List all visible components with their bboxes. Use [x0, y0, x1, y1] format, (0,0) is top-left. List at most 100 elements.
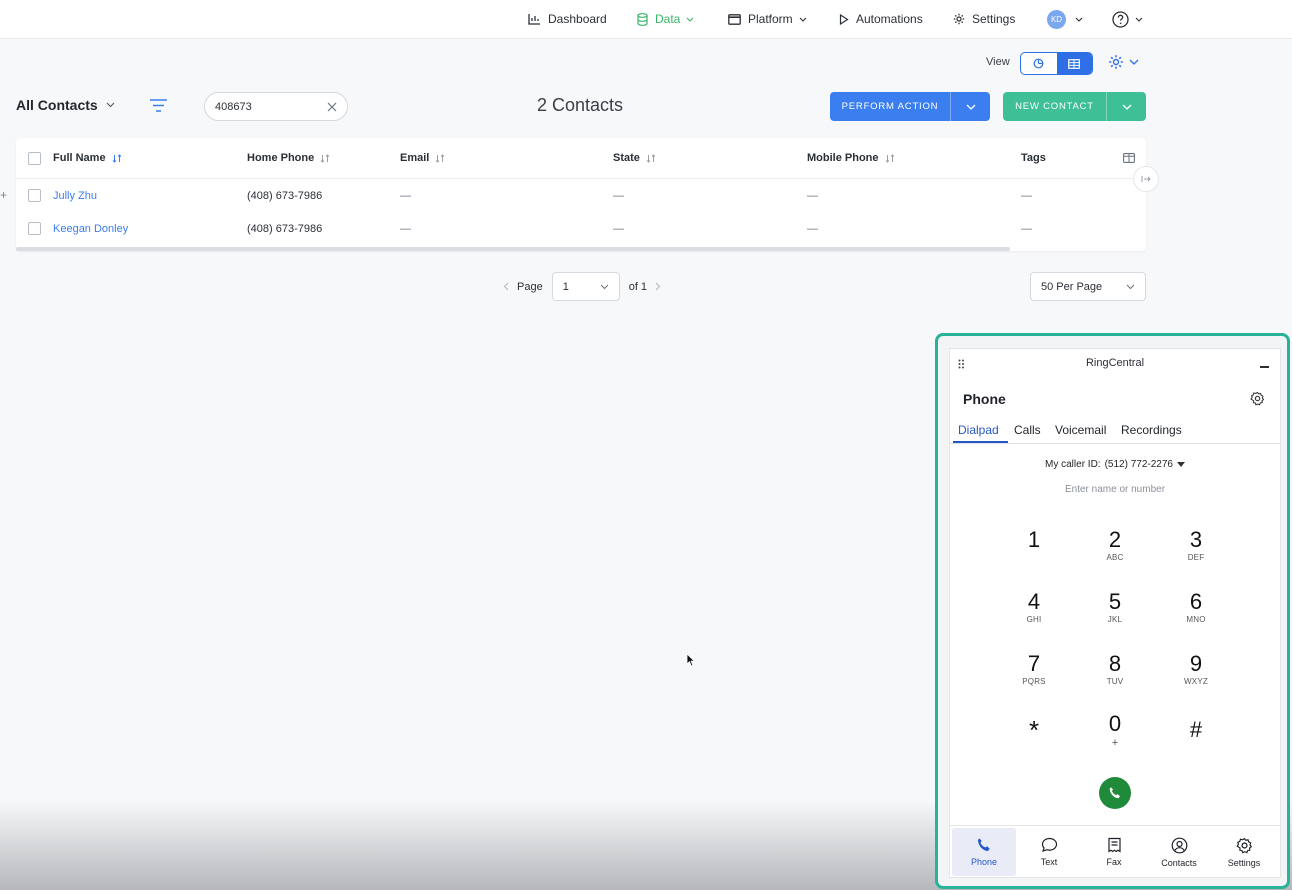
dial-key-1[interactable]: 1 — [1004, 527, 1064, 577]
dial-key-7[interactable]: 7 PQRS — [1004, 651, 1064, 701]
add-row-icon[interactable]: + — [0, 188, 7, 202]
bottom-nav-contacts[interactable]: Contacts — [1147, 828, 1211, 876]
dial-key-number: 2 — [1108, 527, 1122, 552]
page-select-value: 1 — [562, 280, 569, 293]
row-checkbox[interactable] — [28, 189, 41, 202]
help-icon — [1112, 10, 1129, 28]
nav-platform[interactable]: Platform — [728, 0, 807, 38]
column-header-email[interactable]: Email — [400, 138, 445, 178]
view-settings-menu[interactable] — [1108, 54, 1139, 70]
nav-data[interactable]: Data — [637, 0, 694, 38]
minimize-button[interactable] — [1260, 366, 1269, 368]
dial-key-5[interactable]: 5 JKL — [1085, 589, 1145, 639]
prev-page-button[interactable] — [503, 282, 509, 291]
new-contact-button[interactable]: NEW CONTACT — [1003, 92, 1106, 121]
tab-voicemail[interactable]: Voicemail — [1055, 423, 1106, 437]
perform-action-dropdown[interactable] — [950, 92, 990, 121]
chevron-down-icon — [1122, 104, 1131, 110]
state-cell: — — [613, 189, 624, 202]
bottom-nav-text[interactable]: Text — [1017, 828, 1081, 876]
chevron-down-icon — [1126, 284, 1135, 289]
column-header-label: State — [613, 152, 640, 164]
column-header-full-name[interactable]: Full Name — [53, 138, 122, 178]
bottom-nav-label: Settings — [1227, 857, 1261, 868]
tab-dialpad[interactable]: Dialpad — [958, 423, 999, 437]
contact-name-link[interactable]: Keegan Donley — [53, 212, 128, 245]
dial-key-letters: ABC — [1106, 553, 1124, 562]
window-icon — [728, 13, 741, 25]
tab-calls[interactable]: Calls — [1014, 423, 1041, 437]
horizontal-scrollbar[interactable] — [16, 247, 1010, 251]
chat-bubble-icon — [1041, 837, 1057, 852]
new-contact-button-group: NEW CONTACT — [1003, 92, 1146, 121]
column-header-home-phone[interactable]: Home Phone — [247, 138, 330, 178]
select-all-checkbox[interactable] — [28, 152, 41, 165]
dial-key-letters: WXYZ — [1184, 677, 1208, 686]
caller-id-selector[interactable]: My caller ID: (512) 772-2276 — [950, 459, 1280, 470]
dial-key-0[interactable]: 0 + — [1085, 711, 1145, 761]
nav-dashboard[interactable]: Dashboard — [528, 0, 607, 38]
search-input[interactable] — [215, 100, 315, 113]
column-header-mobile-phone[interactable]: Mobile Phone — [807, 138, 895, 178]
expand-table-button[interactable] — [1133, 166, 1159, 192]
dial-key-2[interactable]: 2 ABC — [1085, 527, 1145, 577]
filter-icon — [149, 98, 168, 113]
chart-icon — [528, 13, 541, 25]
tab-recordings[interactable]: Recordings — [1121, 423, 1182, 437]
phone-heading: Phone — [963, 391, 1006, 407]
column-settings-button[interactable] — [1123, 138, 1135, 178]
mobile-phone-cell: — — [807, 189, 818, 202]
phone-icon — [1109, 787, 1120, 799]
column-header-label: Mobile Phone — [807, 152, 879, 164]
caller-id-value: (512) 772-2276 — [1104, 459, 1173, 470]
dial-key-star[interactable]: * — [1004, 717, 1064, 767]
contact-name-link[interactable]: Jully Zhu — [53, 179, 97, 212]
header-divider — [16, 178, 1146, 179]
perform-action-button[interactable]: PERFORM ACTION — [830, 92, 950, 121]
dial-key-number: 9 — [1189, 651, 1203, 676]
caret-down-icon — [1176, 462, 1185, 467]
dial-key-hash[interactable]: # — [1166, 717, 1226, 767]
user-menu[interactable]: KD — [1047, 0, 1083, 38]
state-cell: — — [613, 222, 624, 235]
page-select[interactable]: 1 — [551, 272, 620, 301]
nav-automations[interactable]: Automations — [839, 0, 923, 38]
dial-input[interactable] — [990, 484, 1240, 495]
help-menu[interactable] — [1112, 0, 1143, 38]
bottom-nav-phone[interactable]: Phone — [952, 828, 1016, 876]
contact-list-selector[interactable]: All Contacts — [16, 97, 115, 113]
search-box — [204, 92, 348, 121]
close-icon — [327, 102, 337, 111]
bottom-nav-fax[interactable]: Fax — [1082, 828, 1146, 876]
column-header-state[interactable]: State — [613, 138, 656, 178]
nav-settings-label: Settings — [972, 12, 1016, 26]
dial-key-9[interactable]: 9 WXYZ — [1166, 651, 1226, 701]
chevron-down-icon — [1129, 59, 1139, 65]
gear-icon — [1108, 54, 1124, 70]
dial-key-4[interactable]: 4 GHI — [1004, 589, 1064, 639]
contact-icon — [1171, 837, 1187, 853]
dial-key-letters: GHI — [1026, 615, 1042, 624]
new-contact-dropdown[interactable] — [1106, 92, 1146, 121]
view-table-button[interactable] — [1056, 53, 1092, 74]
database-icon — [637, 12, 648, 26]
gear-icon — [1235, 837, 1252, 853]
view-chart-button[interactable] — [1021, 53, 1057, 74]
dial-key-number: * — [1028, 715, 1040, 745]
column-header-tags[interactable]: Tags — [1021, 138, 1046, 178]
bottom-nav-settings[interactable]: Settings — [1212, 828, 1276, 876]
row-checkbox[interactable] — [28, 222, 41, 235]
dial-key-6[interactable]: 6 MNO — [1166, 589, 1226, 639]
dial-key-8[interactable]: 8 TUV — [1085, 651, 1145, 701]
call-button[interactable] — [1099, 777, 1131, 809]
next-page-button[interactable] — [655, 282, 661, 291]
clear-search-button[interactable] — [327, 102, 337, 112]
filter-button[interactable] — [149, 98, 168, 113]
dial-key-3[interactable]: 3 DEF — [1166, 527, 1226, 577]
per-page-select[interactable]: 50 Per Page — [1030, 272, 1146, 301]
phone-settings-button[interactable] — [1250, 391, 1265, 406]
bottom-nav-label: Text — [1040, 857, 1058, 867]
avatar: KD — [1047, 9, 1066, 29]
chevron-down-icon — [106, 102, 115, 108]
nav-settings[interactable]: Settings — [953, 0, 1015, 38]
